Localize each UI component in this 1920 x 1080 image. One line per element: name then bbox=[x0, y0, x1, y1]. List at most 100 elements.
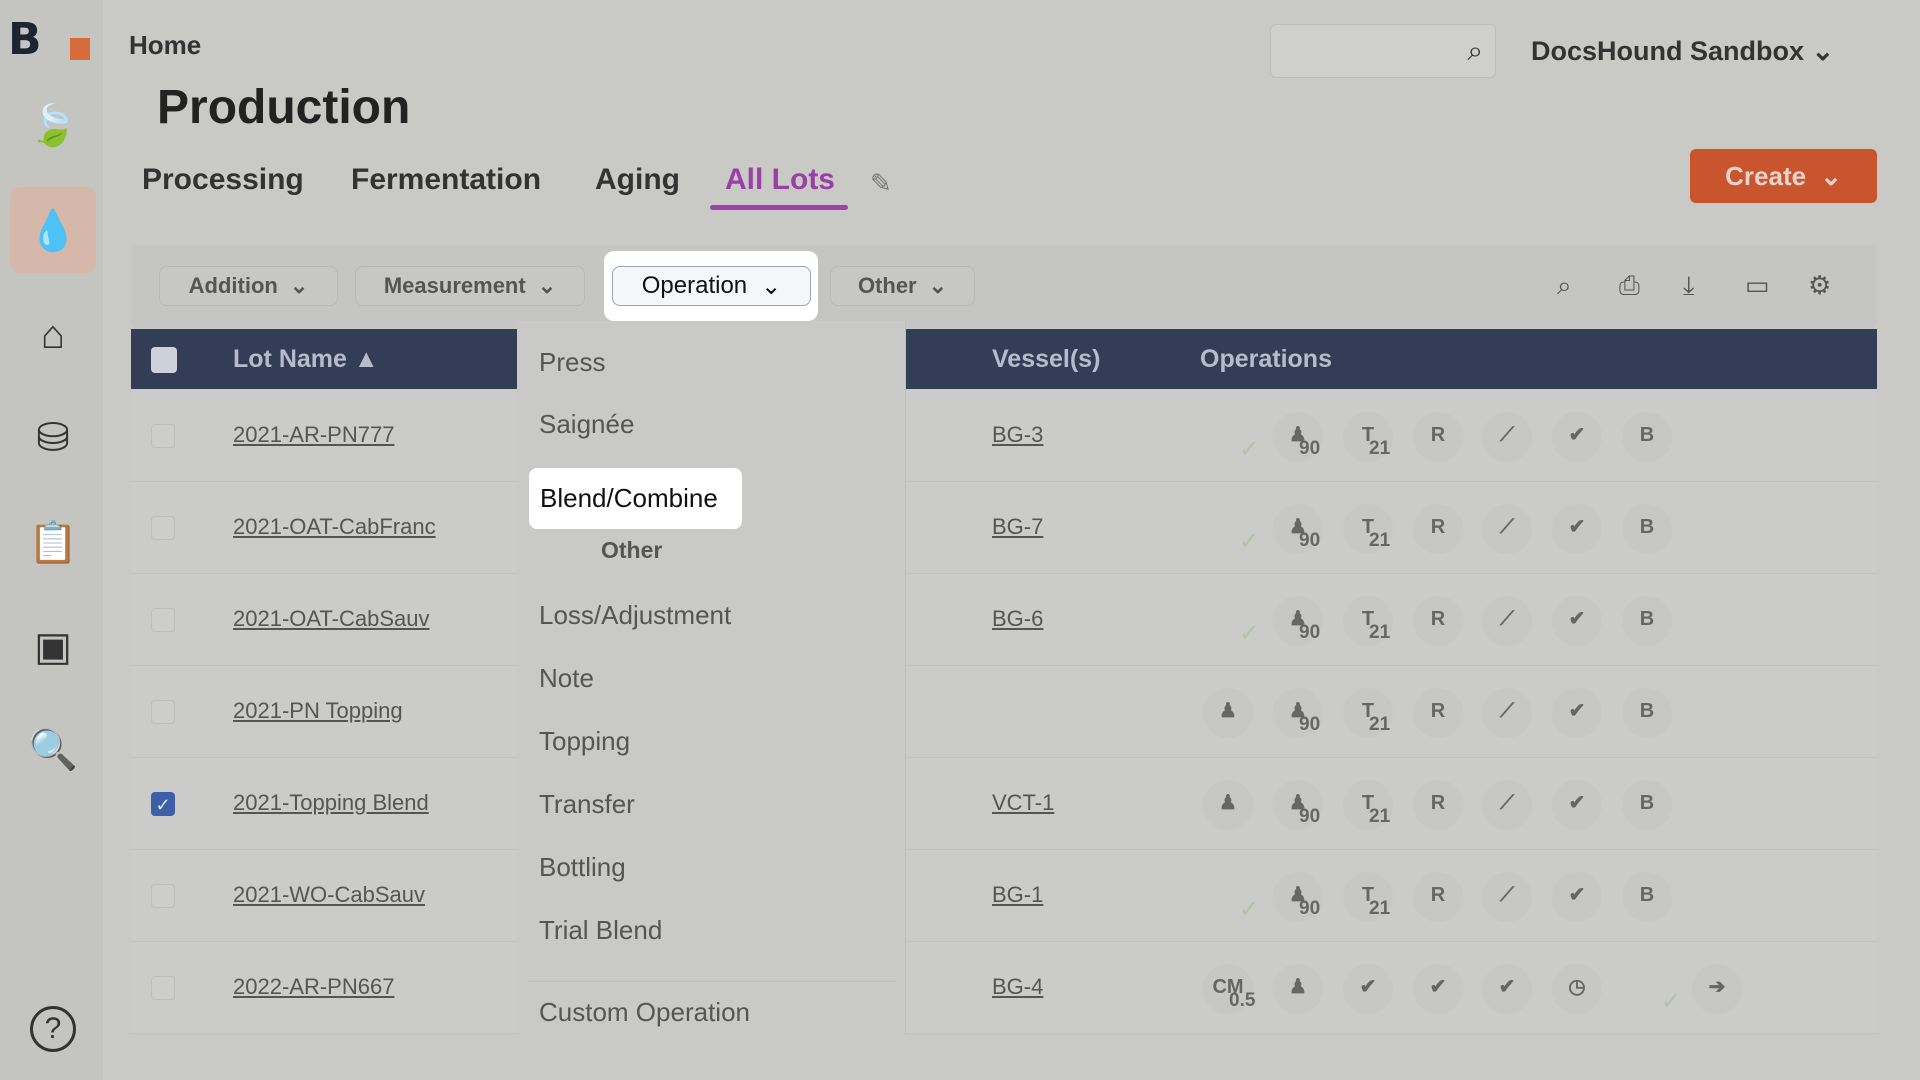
operation-icon[interactable]: ♟ 90 bbox=[1273, 872, 1323, 922]
operation-icon[interactable]: B bbox=[1622, 504, 1672, 554]
lot-name-header[interactable]: Lot Name ▲ bbox=[233, 345, 379, 374]
operation-icon[interactable]: T 21 bbox=[1343, 780, 1393, 830]
dropdown-item[interactable]: Bottling bbox=[539, 852, 626, 883]
vessel-link[interactable]: BG-3 bbox=[992, 422, 1043, 448]
dropdown-item[interactable]: Transfer bbox=[539, 789, 635, 820]
operation-icon[interactable]: T 21 bbox=[1343, 872, 1393, 922]
row-checkbox[interactable] bbox=[151, 700, 175, 724]
dropdown-item[interactable]: Saignée bbox=[539, 409, 634, 440]
dropdown-item[interactable]: Topping bbox=[539, 726, 630, 757]
operation-icon[interactable]: T 21 bbox=[1343, 596, 1393, 646]
tab-aging[interactable]: Aging bbox=[595, 163, 680, 197]
operation-icon[interactable]: R bbox=[1413, 412, 1463, 462]
operation-icon[interactable]: T 21 bbox=[1343, 412, 1393, 462]
logo[interactable]: B bbox=[8, 14, 94, 65]
operation-icon[interactable]: B bbox=[1622, 780, 1672, 830]
operation-icon[interactable]: R bbox=[1413, 596, 1463, 646]
sidebar-item-warehouse[interactable]: ⌂ bbox=[10, 292, 96, 378]
operation-icon[interactable]: ⟋ bbox=[1482, 596, 1532, 646]
addition-filter[interactable]: Addition ⌄ bbox=[159, 266, 338, 306]
sidebar-item-basket[interactable]: ⛁ bbox=[10, 395, 96, 481]
operation-icon[interactable]: B bbox=[1622, 872, 1672, 922]
lot-name-link[interactable]: 2021-PN Topping bbox=[233, 698, 403, 724]
operation-filter[interactable]: Operation ⌄ bbox=[612, 266, 811, 306]
operation-icon[interactable]: ✔ bbox=[1552, 596, 1602, 646]
operation-icon[interactable]: ♟ 90 bbox=[1273, 688, 1323, 738]
operation-icon[interactable]: ✔ bbox=[1552, 780, 1602, 830]
operation-icon[interactable]: R bbox=[1413, 688, 1463, 738]
breadcrumb-home[interactable]: Home bbox=[129, 30, 201, 61]
dropdown-item[interactable]: Custom Operation bbox=[539, 997, 750, 1028]
lot-name-link[interactable]: 2021-OAT-CabFranc bbox=[233, 514, 436, 540]
sidebar-item-dollar-search[interactable]: 🔍 bbox=[10, 706, 96, 792]
operation-icon[interactable]: ✔ bbox=[1413, 964, 1463, 1014]
settings-icon[interactable]: ⚙ bbox=[1808, 270, 1831, 301]
help-button[interactable]: ? bbox=[10, 986, 96, 1072]
operation-icon[interactable]: ♟ 90 bbox=[1273, 412, 1323, 462]
archive-icon[interactable]: ▭ bbox=[1745, 270, 1770, 301]
dropdown-item[interactable]: Press bbox=[539, 347, 605, 378]
operation-icon[interactable]: T 21 bbox=[1343, 504, 1393, 554]
dropdown-item[interactable]: Note bbox=[539, 663, 594, 694]
create-button[interactable]: Create ⌄ bbox=[1690, 149, 1877, 203]
operation-icon[interactable]: ⟋ bbox=[1482, 412, 1532, 462]
operation-icon[interactable]: ♟ bbox=[1203, 780, 1253, 830]
operation-icon[interactable]: ✔ bbox=[1482, 964, 1532, 1014]
row-checkbox[interactable] bbox=[151, 608, 175, 632]
lot-name-link[interactable]: 2021-OAT-CabSauv bbox=[233, 606, 429, 632]
dropdown-item[interactable]: Loss/Adjustment bbox=[539, 600, 731, 631]
operation-icon[interactable]: ✔ bbox=[1552, 504, 1602, 554]
operation-icon[interactable]: ✔ bbox=[1343, 964, 1393, 1014]
vessel-link[interactable]: BG-6 bbox=[992, 606, 1043, 632]
sidebar-item-certificate[interactable]: ▣ bbox=[10, 604, 96, 690]
vessel-link[interactable]: VCT-1 bbox=[992, 790, 1054, 816]
operation-icon[interactable]: ⟋ bbox=[1482, 780, 1532, 830]
row-checkbox[interactable] bbox=[151, 516, 175, 540]
vessel-link[interactable]: BG-4 bbox=[992, 974, 1043, 1000]
operation-icon[interactable]: ♟ 90 bbox=[1273, 504, 1323, 554]
operation-icon[interactable]: B bbox=[1622, 412, 1672, 462]
vessel-link[interactable]: BG-1 bbox=[992, 882, 1043, 908]
operation-icon[interactable]: ⟋ bbox=[1482, 504, 1532, 554]
dropdown-item-blend-combine[interactable]: Blend/Combine bbox=[529, 468, 742, 529]
operation-icon[interactable]: R bbox=[1413, 504, 1463, 554]
tab-all-lots[interactable]: All Lots bbox=[725, 163, 835, 197]
operation-icon[interactable]: ♟ 90 bbox=[1273, 596, 1323, 646]
edit-tabs-pencil-icon[interactable]: ✎ bbox=[870, 168, 892, 199]
tab-fermentation[interactable]: Fermentation bbox=[351, 163, 541, 197]
search-input[interactable]: ⌕ bbox=[1270, 24, 1496, 78]
row-checkbox[interactable] bbox=[151, 424, 175, 448]
org-switcher[interactable]: DocsHound Sandbox ⌄ bbox=[1531, 36, 1834, 67]
operation-icon[interactable]: CM 0.5 bbox=[1203, 964, 1255, 1014]
operation-icon[interactable]: B bbox=[1622, 688, 1672, 738]
dropdown-item[interactable]: Trial Blend bbox=[539, 915, 662, 946]
print-icon[interactable]: ⎙ bbox=[1619, 270, 1640, 302]
sidebar-item-clipboard-check[interactable]: 📋 bbox=[10, 499, 96, 585]
lot-name-link[interactable]: 2021-AR-PN777 bbox=[233, 422, 394, 448]
operation-icon[interactable]: B bbox=[1622, 596, 1672, 646]
operation-icon[interactable]: ♟ bbox=[1273, 964, 1323, 1014]
operation-icon[interactable]: ✔ bbox=[1552, 412, 1602, 462]
select-all-checkbox[interactable] bbox=[151, 347, 177, 373]
lot-name-link[interactable]: 2021-WO-CabSauv bbox=[233, 882, 425, 908]
operation-icon[interactable]: ◷ bbox=[1552, 964, 1602, 1014]
measurement-filter[interactable]: Measurement ⌄ bbox=[355, 266, 585, 306]
sidebar-item-leaf[interactable]: 🍃 bbox=[10, 82, 96, 168]
search-icon[interactable]: ⌕ bbox=[1557, 270, 1572, 302]
operation-icon[interactable]: ⟋ bbox=[1482, 872, 1532, 922]
download-icon[interactable]: ⤓ bbox=[1683, 270, 1695, 302]
operation-icon[interactable]: T 21 bbox=[1343, 688, 1393, 738]
vessel-link[interactable]: BG-7 bbox=[992, 514, 1043, 540]
sidebar-item-drop[interactable]: 💧 bbox=[10, 187, 96, 273]
lot-name-link[interactable]: 2022-AR-PN667 bbox=[233, 974, 394, 1000]
row-checkbox[interactable] bbox=[151, 976, 175, 1000]
row-checkbox[interactable]: ✓ bbox=[151, 792, 175, 816]
tab-processing[interactable]: Processing bbox=[142, 163, 304, 197]
operation-icon[interactable]: R bbox=[1413, 780, 1463, 830]
operation-icon[interactable]: ⟋ bbox=[1482, 688, 1532, 738]
operation-icon[interactable]: R bbox=[1413, 872, 1463, 922]
operation-icon[interactable]: ✔ bbox=[1552, 688, 1602, 738]
operation-icon[interactable]: ♟ bbox=[1203, 688, 1253, 738]
operation-icon[interactable]: ♟ 90 bbox=[1273, 780, 1323, 830]
operation-icon[interactable]: ✔ bbox=[1552, 872, 1602, 922]
